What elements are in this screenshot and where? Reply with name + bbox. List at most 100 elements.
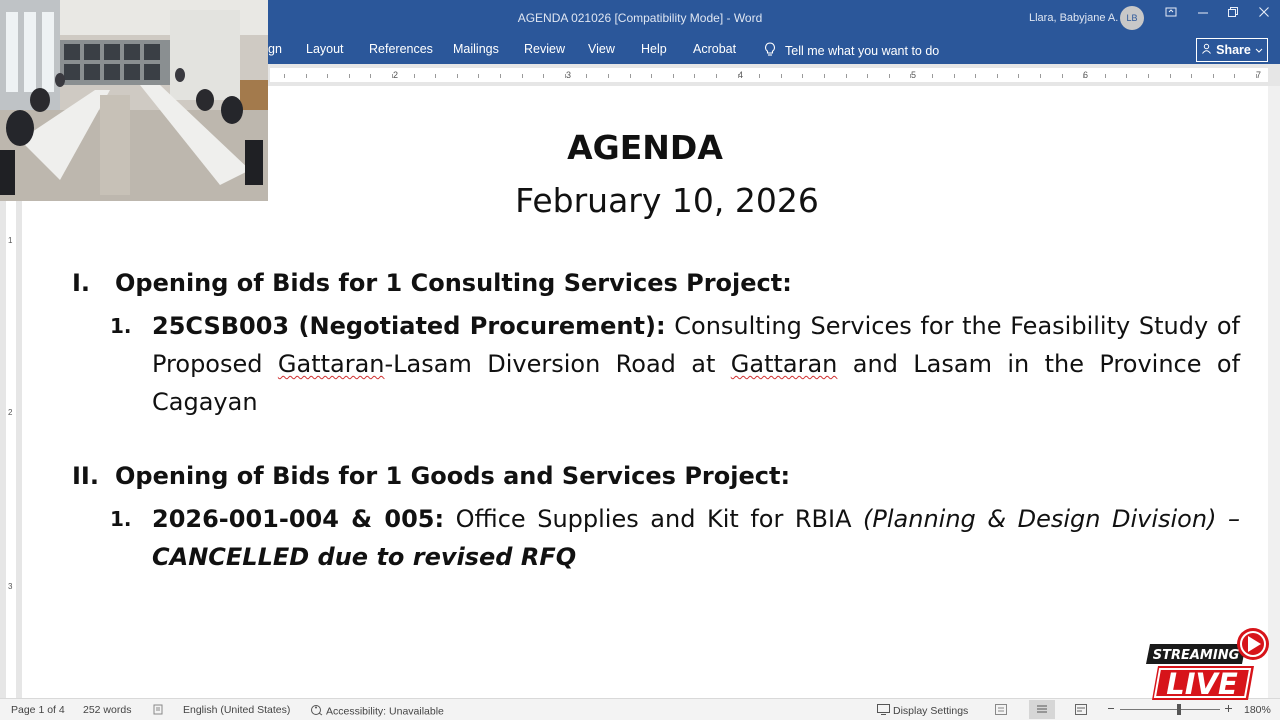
vertical-scrollbar[interactable] [1268, 86, 1280, 698]
ruler-tick [1191, 74, 1192, 78]
status-bar: Page 1 of 4 252 words English (United St… [0, 698, 1280, 720]
web-layout-view-icon[interactable] [1075, 704, 1087, 718]
agenda-item: 2026-001-004 & 005: Office Supplies and … [152, 500, 1240, 576]
word-window: AGENDA 021026 [Compatibility Mode] - Wor… [0, 0, 1280, 720]
page-count[interactable]: Page 1 of 4 [11, 704, 65, 716]
ruler-tick [889, 74, 890, 78]
ruler-tick [1018, 74, 1019, 78]
tab-help[interactable]: Help [641, 42, 667, 56]
close-icon[interactable] [1254, 4, 1274, 24]
spelling-flag: Gattaran [277, 350, 385, 378]
ruler-tick [349, 74, 350, 78]
ribbon-display-options-icon[interactable] [1161, 4, 1181, 24]
ruler-tick [327, 74, 328, 78]
item-number: 1. [110, 314, 132, 338]
ruler-tick [1083, 74, 1084, 78]
ruler-tick [824, 74, 825, 78]
ruler-tick [1062, 74, 1063, 78]
accessibility-icon [310, 704, 323, 719]
tab-view[interactable]: View [588, 42, 615, 56]
item-status: CANCELLED due to revised RFQ [152, 543, 577, 571]
restore-icon[interactable] [1223, 4, 1243, 24]
print-layout-view-icon[interactable] [1029, 700, 1055, 719]
ruler-tick [630, 74, 631, 78]
section-title: Opening of Bids for 1 Goods and Services… [115, 462, 791, 490]
item-description: Office Supplies and Kit for RBIA [444, 505, 864, 533]
language[interactable]: English (United States) [183, 704, 290, 716]
ruler-number: 2 [393, 70, 399, 80]
share-button[interactable]: Share [1196, 38, 1268, 62]
minimize-icon[interactable] [1193, 4, 1213, 24]
tab-references[interactable]: References [369, 42, 433, 56]
ruler-tick [802, 74, 803, 78]
ruler-tick [414, 74, 415, 78]
ruler-tick [716, 74, 717, 78]
share-label: Share [1216, 43, 1251, 57]
ruler-tick [1148, 74, 1149, 78]
ruler-tick [673, 74, 674, 78]
zoom-slider[interactable] [1120, 709, 1220, 710]
vruler-number: 3 [8, 582, 13, 591]
agenda-item: 25CSB003 (Negotiated Procurement): Consu… [152, 307, 1240, 421]
ruler-tick [954, 74, 955, 78]
item-code: 2026-001-004 & 005: [152, 505, 445, 533]
ruler-tick [1105, 74, 1106, 78]
account-name[interactable]: Llara, Babyjane A. [1029, 12, 1118, 24]
tab-mailings[interactable]: Mailings [453, 42, 499, 56]
ruler-tick [975, 74, 976, 78]
display-settings-icon [877, 704, 890, 718]
accessibility-label: Accessibility: Unavailable [326, 705, 444, 718]
display-settings-label: Display Settings [893, 704, 969, 717]
ruler-tick [867, 74, 868, 78]
ruler-tick [586, 74, 587, 78]
streaming-live-badge: STREAMING LIVE [1142, 626, 1272, 704]
tab-design[interactable]: gn [268, 42, 282, 56]
tab-acrobat[interactable]: Acrobat [693, 42, 736, 56]
spelling-flag: Gattaran [730, 350, 838, 378]
tell-me-search[interactable]: Tell me what you want to do [764, 42, 939, 60]
item-number: 1. [110, 507, 132, 531]
item-division: (Planning & Design Division) [863, 505, 1217, 533]
ruler-tick [651, 74, 652, 78]
ruler-tick [457, 74, 458, 78]
ruler-tick [478, 74, 479, 78]
ruler-tick [1234, 74, 1235, 78]
accessibility-status[interactable]: Accessibility: Unavailable [310, 704, 444, 719]
zoom-level[interactable]: 180% [1244, 704, 1271, 716]
ruler-tick [846, 74, 847, 78]
zoom-in-icon[interactable] [1224, 704, 1233, 716]
vruler-number: 2 [8, 408, 13, 417]
chevron-down-icon [1255, 43, 1263, 57]
ruler-strip [270, 68, 1268, 82]
ruler-tick [932, 74, 933, 78]
ruler-tick [500, 74, 501, 78]
ruler-tick [284, 74, 285, 78]
ruler-tick [608, 74, 609, 78]
camera-feed [0, 0, 268, 201]
lightbulb-icon [764, 42, 776, 60]
zoom-slider-thumb[interactable] [1177, 704, 1181, 715]
ruler-tick [997, 74, 998, 78]
word-count[interactable]: 252 words [83, 704, 131, 716]
share-icon [1201, 43, 1212, 57]
ruler-tick [1126, 74, 1127, 78]
ruler-tick [781, 74, 782, 78]
section-numeral: I. [72, 269, 91, 297]
tell-me-label: Tell me what you want to do [785, 44, 940, 58]
ruler-number: 3 [566, 70, 572, 80]
live-text: LIVE [1166, 667, 1238, 701]
ruler-tick [738, 74, 739, 78]
ruler-tick [543, 74, 544, 78]
proofing-icon[interactable] [153, 704, 164, 718]
avatar[interactable]: LB [1120, 6, 1144, 30]
display-settings[interactable]: Display Settings [877, 704, 968, 718]
section-numeral: II. [72, 462, 99, 490]
ruler-tick [1213, 74, 1214, 78]
focus-icon[interactable] [995, 704, 1007, 718]
ruler-tick [565, 74, 566, 78]
zoom-out-icon[interactable] [1107, 704, 1115, 716]
ruler-tick [392, 74, 393, 78]
ruler-tick [910, 74, 911, 78]
tab-review[interactable]: Review [524, 42, 565, 56]
tab-layout[interactable]: Layout [306, 42, 344, 56]
